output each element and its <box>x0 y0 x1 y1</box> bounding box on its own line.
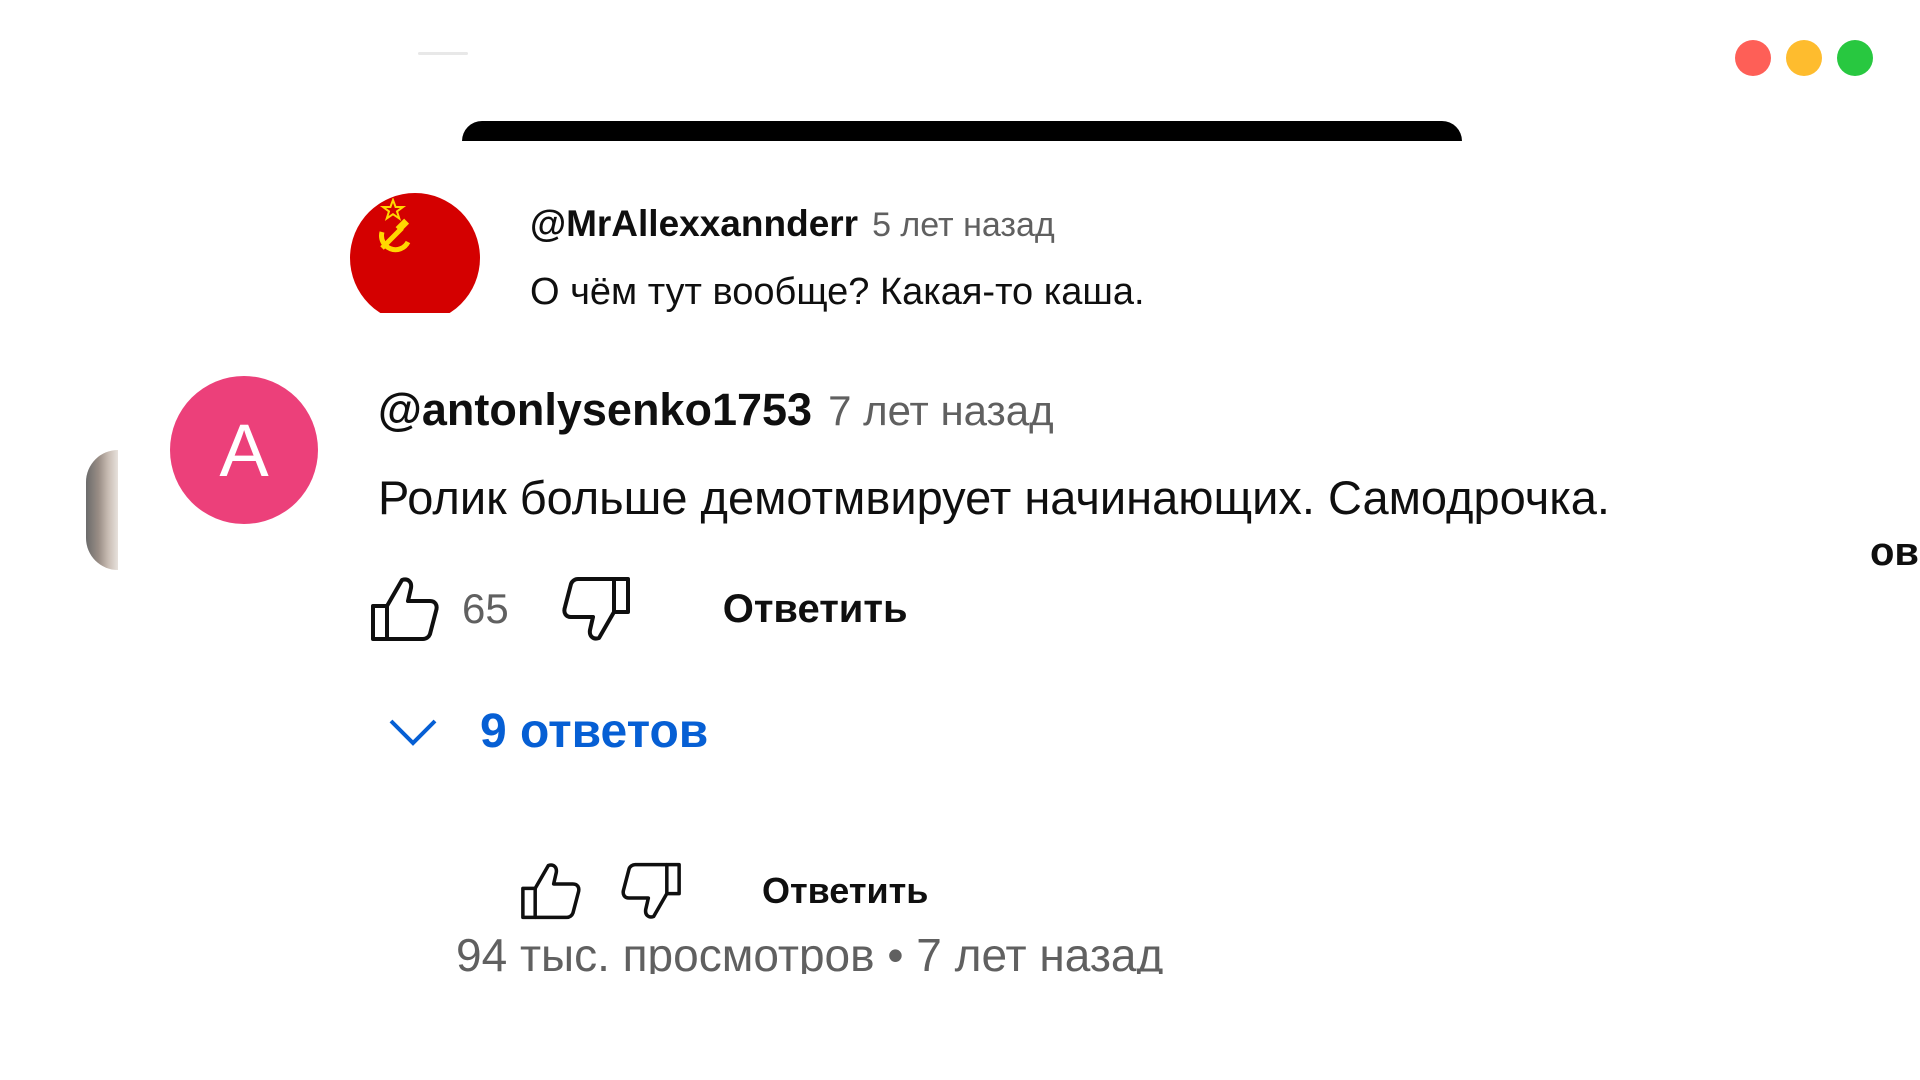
comment-header: @MrAllexxannderr 5 лет назад <box>530 203 1055 245</box>
video-metadata: 94 тыс. просмотров • 7 лет назад <box>456 929 1164 974</box>
chevron-down-icon <box>389 719 437 746</box>
like-button[interactable] <box>520 862 582 920</box>
reply-button[interactable]: Ответить <box>723 587 908 632</box>
thumbs-down-icon <box>562 577 630 641</box>
background-avatar <box>86 450 118 570</box>
comment-top: @MrAllexxannderr 5 лет назад О чём тут в… <box>350 193 1350 313</box>
avatar[interactable]: A <box>170 376 318 524</box>
hammer-sickle-flag-icon <box>379 198 411 253</box>
replies-count-label: 9 ответов <box>480 705 709 758</box>
comment-timestamp[interactable]: 5 лет назад <box>872 206 1055 245</box>
window-close-dot[interactable] <box>1735 40 1771 76</box>
comment-header: @antonlysenko1753 7 лет назад <box>378 384 1054 436</box>
comment-timestamp[interactable]: 7 лет назад <box>828 387 1054 435</box>
window-controls <box>1735 40 1873 76</box>
comment-text: О чём тут вообще? Какая-то каша. <box>530 271 1145 313</box>
window-maximize-dot[interactable] <box>1837 40 1873 76</box>
video-player-edge <box>462 121 1462 141</box>
screenshot-canvas: ов. @MrAllexxannderr 5 лет назад О чём т… <box>0 0 1920 1080</box>
background-text-fragment: ов. <box>1870 530 1920 574</box>
comment-username[interactable]: @antonlysenko1753 <box>378 384 812 436</box>
avatar[interactable] <box>350 193 480 313</box>
window-minimize-dot[interactable] <box>1786 40 1822 76</box>
like-button[interactable] <box>370 576 440 642</box>
comment-actions-secondary: Ответить <box>520 862 928 920</box>
like-count: 65 <box>462 585 509 632</box>
avatar-letter: A <box>219 408 269 492</box>
thumbs-up-icon <box>521 863 581 920</box>
dislike-button[interactable] <box>561 576 631 642</box>
thumbs-up-icon <box>371 577 439 641</box>
thumbs-down-icon <box>621 862 681 919</box>
comment-text: Ролик больше демотмвирует начинающих. Са… <box>378 471 1610 524</box>
reply-button[interactable]: Ответить <box>762 870 928 912</box>
comment-actions: 65 Ответить <box>370 576 908 642</box>
show-replies-button[interactable]: 9 ответов <box>388 704 708 759</box>
background-divider <box>418 52 468 55</box>
dislike-button[interactable] <box>620 862 682 920</box>
comment-username[interactable]: @MrAllexxannderr <box>530 203 858 245</box>
